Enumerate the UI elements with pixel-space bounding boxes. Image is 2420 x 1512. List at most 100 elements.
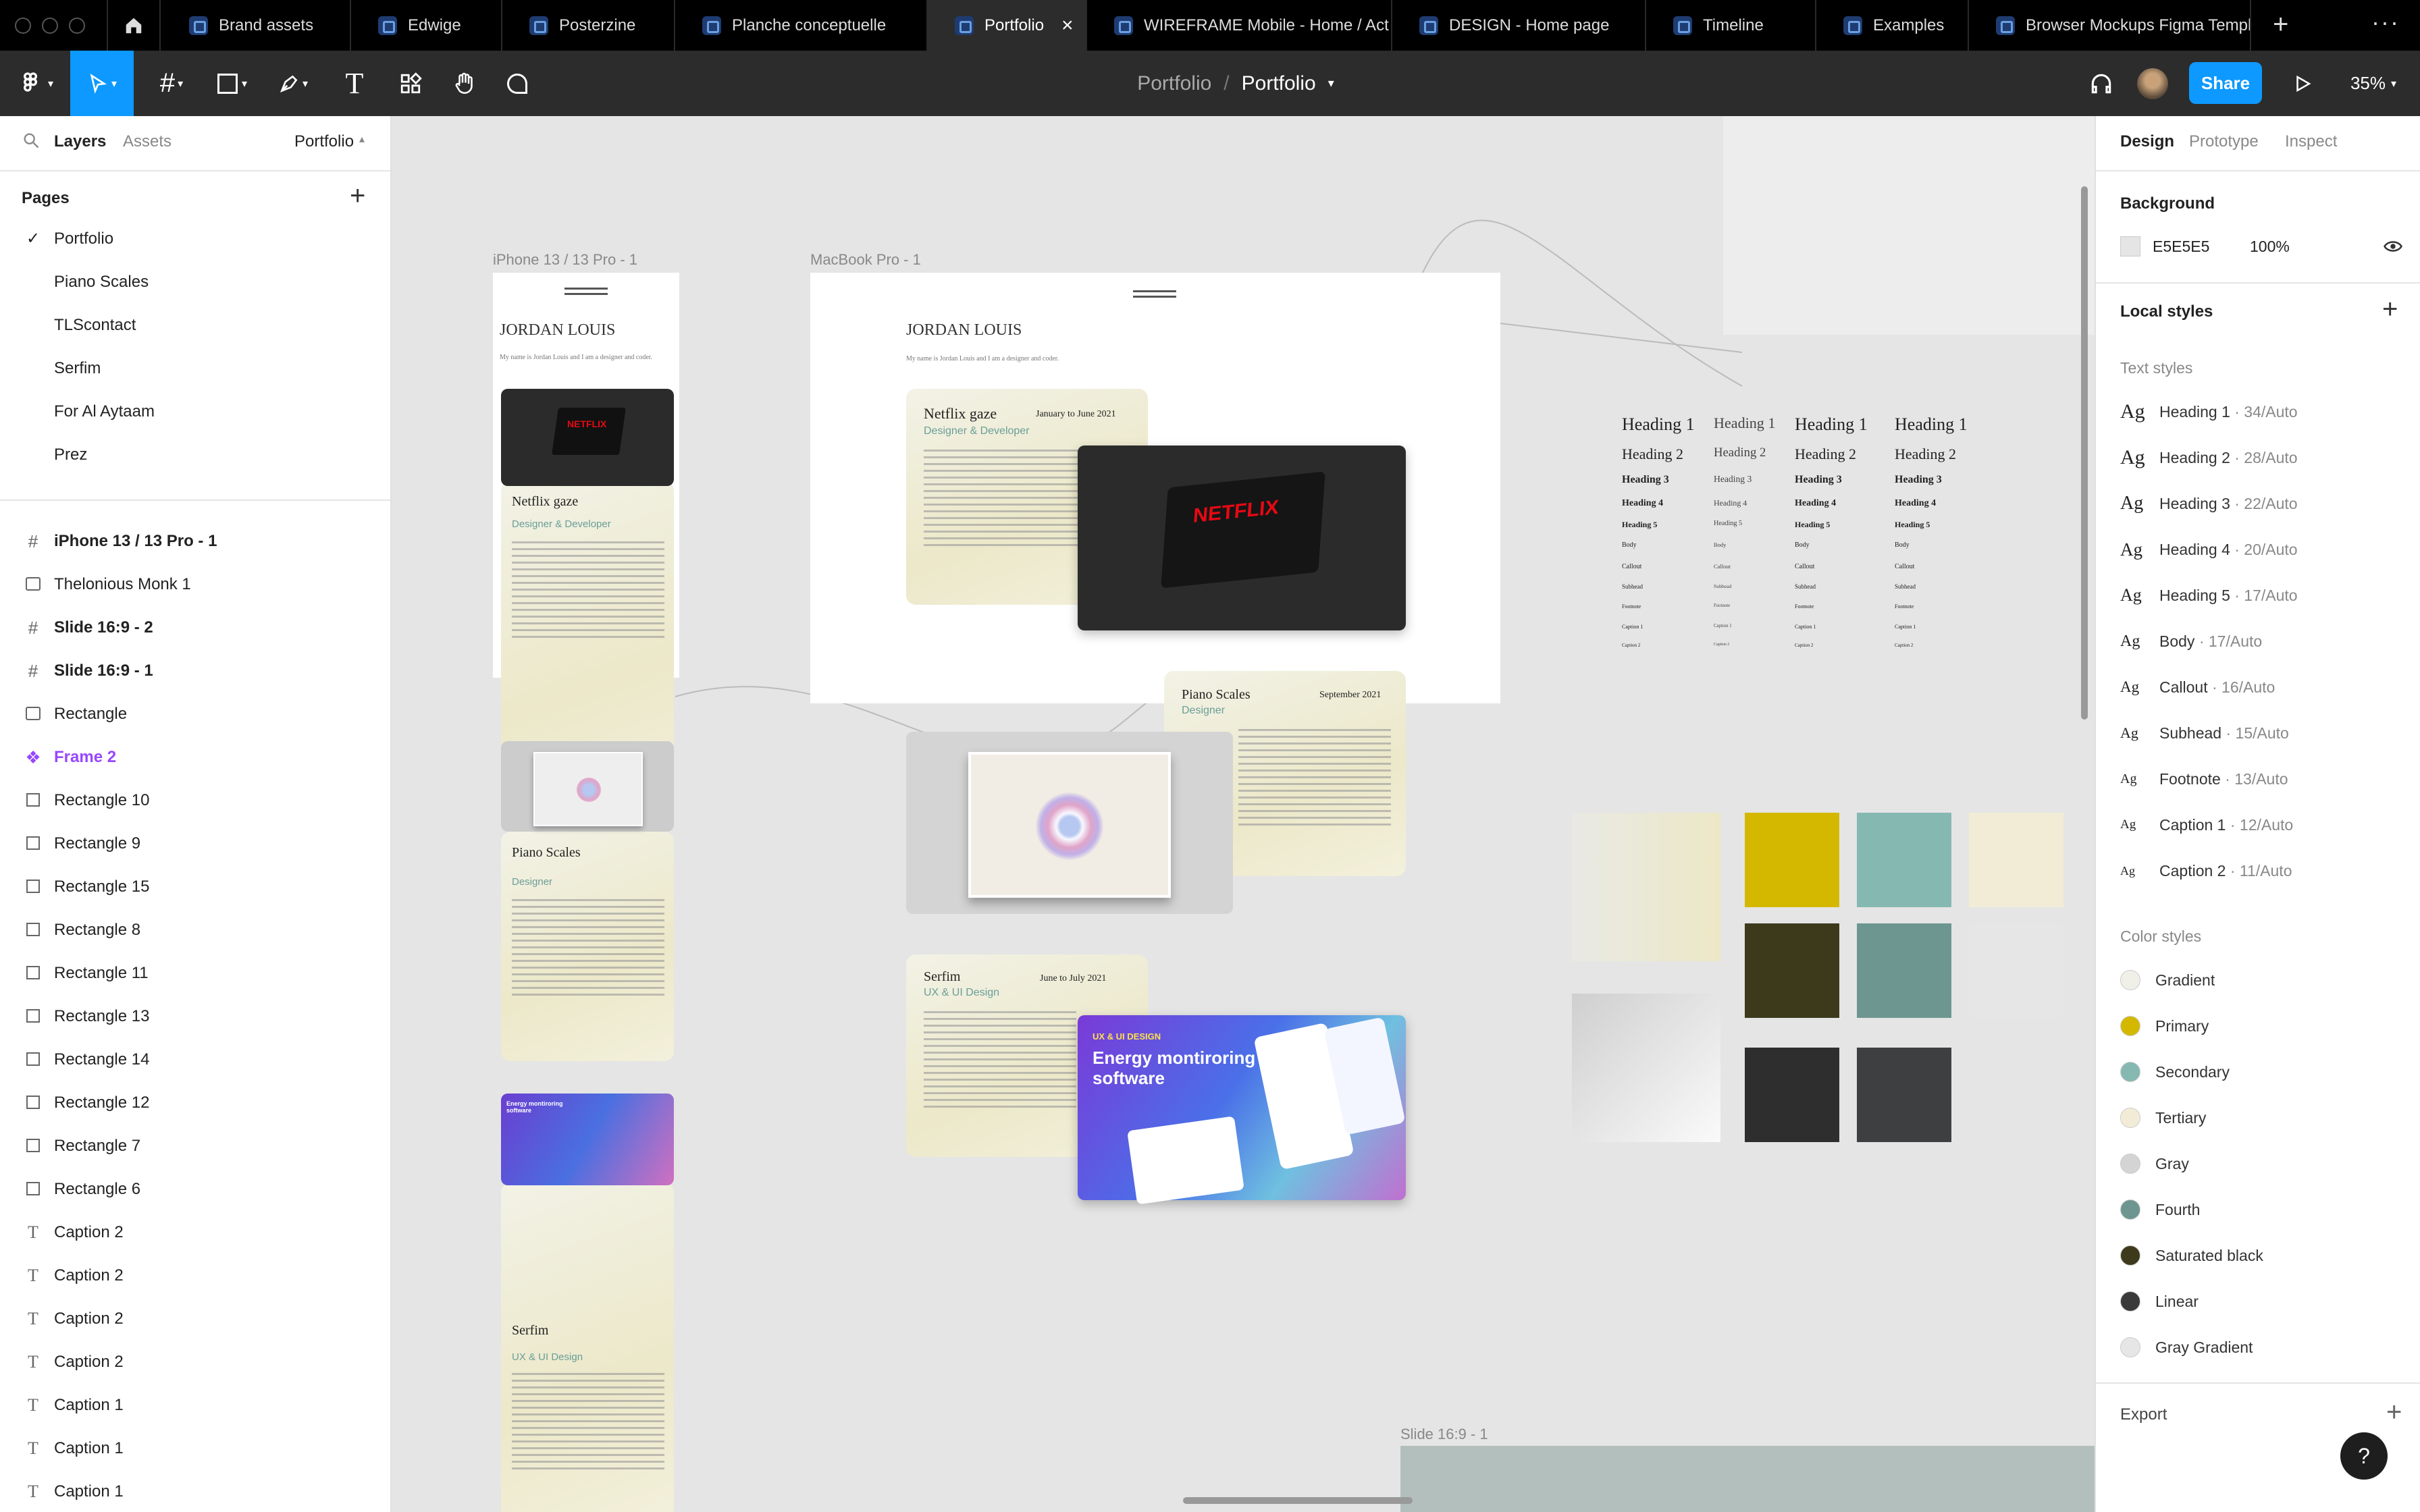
move-tool-button[interactable]: ▾ <box>70 51 134 116</box>
type-specimen[interactable]: Heading 2 <box>1895 446 1956 463</box>
page-item[interactable]: ✓ Portfolio <box>0 217 390 261</box>
page-item[interactable]: Prez <box>0 433 390 477</box>
type-specimen[interactable]: Subhead <box>1622 583 1643 590</box>
canvas[interactable]: iPhone 13 / 13 Pro - 1 JORDAN LOUIS My n… <box>392 116 2095 1512</box>
add-style-plus-icon[interactable]: + <box>2382 294 2398 325</box>
color-style-item[interactable]: Gray <box>2120 1145 2189 1183</box>
text-style-item[interactable]: Ag Heading 3 · 22/Auto <box>2120 485 2298 522</box>
tab-wireframe-mobile[interactable]: WIREFRAME Mobile - Home / Act <box>1087 0 1392 51</box>
layer-row[interactable]: T Caption 2 <box>0 1254 390 1297</box>
type-specimen[interactable]: Heading 1 <box>1895 414 1968 435</box>
type-specimen[interactable]: Heading 5 <box>1622 520 1657 530</box>
type-specimen[interactable]: Heading 4 <box>1895 498 1936 509</box>
type-specimen[interactable]: Body <box>1795 541 1810 549</box>
type-specimen[interactable]: Footnote <box>1714 603 1730 608</box>
type-specimen[interactable]: Heading 4 <box>1795 498 1836 509</box>
type-specimen[interactable]: Footnote <box>1895 603 1914 610</box>
piano-mockup-mobile[interactable] <box>501 741 674 832</box>
type-specimen[interactable]: Heading 1 <box>1714 414 1775 432</box>
tab-design[interactable]: Design <box>2120 132 2174 151</box>
tab-posterzine[interactable]: Posterzine <box>502 0 675 51</box>
color-swatch[interactable] <box>1745 1048 1839 1142</box>
background-color-chip[interactable] <box>2120 236 2140 256</box>
type-specimen[interactable]: Footnote <box>1622 603 1641 610</box>
resources-tool-button[interactable] <box>385 51 436 116</box>
layer-row[interactable]: T Caption 1 <box>0 1470 390 1512</box>
color-swatch[interactable] <box>1969 923 2063 1018</box>
color-swatch[interactable] <box>1857 813 1951 907</box>
main-menu-button[interactable]: ▾ <box>0 51 70 116</box>
type-specimen[interactable]: Heading 3 <box>1795 474 1842 486</box>
type-specimen[interactable]: Callout <box>1795 563 1814 570</box>
type-specimen[interactable]: Heading 5 <box>1714 520 1742 527</box>
text-style-item[interactable]: Ag Heading 2 · 28/Auto <box>2120 439 2298 477</box>
color-style-item[interactable]: Secondary <box>2120 1053 2230 1091</box>
share-button[interactable]: Share <box>2189 62 2262 104</box>
type-specimen[interactable]: Heading 1 <box>1795 414 1868 435</box>
type-specimen[interactable]: Callout <box>1895 563 1914 570</box>
layer-row[interactable]: T Caption 2 <box>0 1297 390 1341</box>
shape-tool-button[interactable]: ▾ <box>205 51 259 116</box>
background-opacity[interactable]: 100% <box>2250 238 2290 256</box>
type-specimen[interactable]: Footnote <box>1795 603 1814 610</box>
layer-row[interactable]: Rectangle 13 <box>0 995 390 1038</box>
piano-mockup[interactable] <box>906 732 1233 914</box>
tab-browser-mockups[interactable]: Browser Mockups Figma Templa <box>1969 0 2251 51</box>
layer-row[interactable]: T Caption 1 <box>0 1384 390 1427</box>
tab-timeline[interactable]: Timeline <box>1646 0 1816 51</box>
file-breadcrumb[interactable]: Portfolio / Portfolio ▾ <box>1121 51 1350 116</box>
tab-portfolio[interactable]: Portfolio × <box>928 0 1087 51</box>
text-style-item[interactable]: Ag Subhead · 15/Auto <box>2120 714 2289 752</box>
color-swatch[interactable] <box>1857 1048 1951 1142</box>
type-specimen[interactable]: Body <box>1714 541 1726 548</box>
type-specimen[interactable]: Body <box>1622 541 1637 549</box>
text-style-item[interactable]: Ag Heading 1 · 34/Auto <box>2120 393 2298 431</box>
swatch-gradient[interactable] <box>1572 813 1720 961</box>
type-specimen[interactable]: Heading 5 <box>1795 520 1830 530</box>
text-style-item[interactable]: Ag Callout · 16/Auto <box>2120 668 2275 706</box>
layer-row[interactable]: Rectangle 10 <box>0 779 390 822</box>
tab-brand-assets[interactable]: Brand assets <box>162 0 351 51</box>
type-specimen[interactable]: Heading 1 <box>1622 414 1695 435</box>
help-button[interactable]: ? <box>2340 1432 2388 1480</box>
color-swatch[interactable] <box>1745 813 1839 907</box>
layer-row[interactable]: # Slide 16:9 - 1 <box>0 649 390 693</box>
layer-row[interactable]: Rectangle 7 <box>0 1125 390 1168</box>
headphones-icon[interactable] <box>2081 51 2122 116</box>
type-specimen[interactable]: Subhead <box>1714 583 1731 589</box>
color-style-item[interactable]: Fourth <box>2120 1191 2200 1228</box>
text-style-item[interactable]: Ag Caption 1 · 12/Auto <box>2120 806 2293 844</box>
tab-edwige[interactable]: Edwige <box>351 0 502 51</box>
layer-row[interactable]: Rectangle <box>0 693 390 736</box>
type-specimen[interactable]: Heading 2 <box>1714 446 1766 460</box>
page-item[interactable]: For Al Aytaam <box>0 390 390 433</box>
type-specimen[interactable]: Heading 2 <box>1622 446 1683 463</box>
color-style-item[interactable]: Tertiary <box>2120 1099 2206 1137</box>
type-specimen[interactable]: Caption 1 <box>1714 624 1732 628</box>
layer-row[interactable]: T Caption 1 <box>0 1427 390 1470</box>
color-swatch[interactable] <box>1745 923 1839 1018</box>
type-specimen[interactable]: Callout <box>1622 563 1641 570</box>
zoom-menu[interactable]: 35% ▾ <box>2336 51 2411 116</box>
type-specimen[interactable]: Caption 1 <box>1895 624 1916 630</box>
page-item[interactable]: TLScontact <box>0 304 390 347</box>
text-style-item[interactable]: Ag Heading 4 · 20/Auto <box>2120 531 2298 568</box>
color-swatch[interactable] <box>1857 923 1951 1018</box>
window-minimize-dot[interactable] <box>42 18 58 34</box>
layer-row[interactable]: Rectangle 11 <box>0 952 390 995</box>
slide-frame[interactable] <box>1400 1446 2095 1512</box>
layer-row[interactable]: Rectangle 15 <box>0 865 390 909</box>
layer-row[interactable]: Rectangle 12 <box>0 1081 390 1125</box>
type-specimen[interactable]: Heading 3 <box>1714 474 1752 485</box>
project-card-piano-mobile[interactable]: Piano Scales Designer <box>501 832 674 1061</box>
color-style-item[interactable]: Saturated black <box>2120 1237 2263 1274</box>
type-specimen[interactable]: Heading 5 <box>1895 520 1930 530</box>
type-specimen[interactable]: Heading 3 <box>1622 474 1669 486</box>
add-page-plus-icon[interactable]: + <box>350 181 365 211</box>
tab-examples[interactable]: Examples <box>1816 0 1969 51</box>
color-style-item[interactable]: Linear <box>2120 1282 2199 1320</box>
type-specimen[interactable]: Caption 1 <box>1622 624 1643 630</box>
layer-row[interactable]: Rectangle 14 <box>0 1038 390 1081</box>
page-selector[interactable]: Portfolio ▴ <box>294 132 365 151</box>
type-specimen[interactable]: Heading 3 <box>1895 474 1942 486</box>
